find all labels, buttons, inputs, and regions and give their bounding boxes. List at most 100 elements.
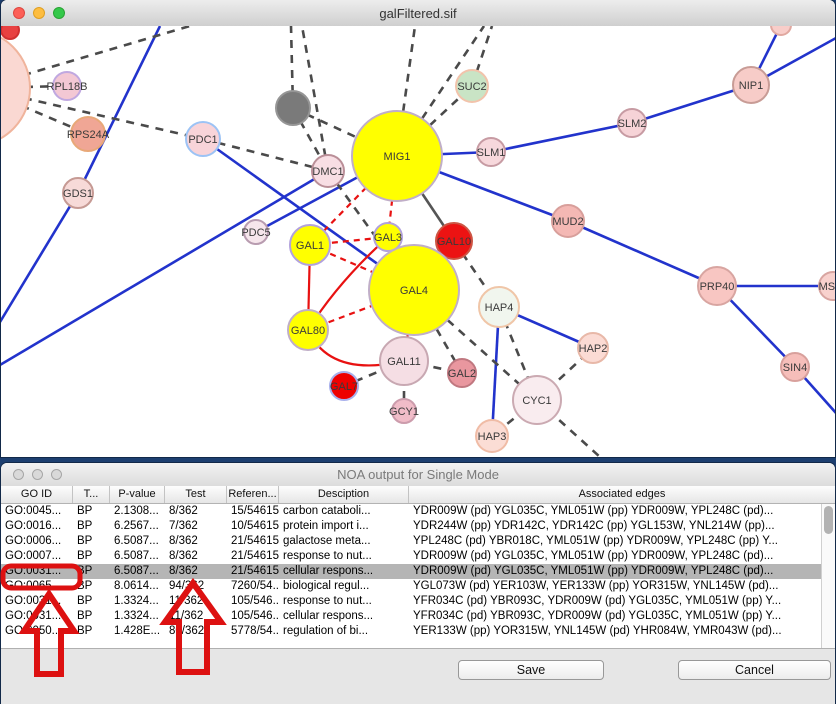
cell-test: 8/362 [165,549,227,564]
cell-reference: 5778/54... [227,624,279,639]
table-row[interactable]: GO:0031...BP6.5087...8/36221/54615cellul… [1,564,821,579]
cell-goid: GO:0007... [1,549,73,564]
cell-pvalue: 8.0614... [110,579,165,594]
cell-pvalue: 6.5087... [110,549,165,564]
cell-goid: GO:0065... [1,579,73,594]
cell-reference: 21/54615 [227,534,279,549]
cell-edges: YGL073W (pd) YER103W, YER133W (pp) YOR31… [409,579,821,594]
table-row[interactable]: GO:0007...BP6.5087...8/36221/54615respon… [1,549,821,564]
cell-reference: 21/54615 [227,564,279,579]
node-trsmall[interactable] [771,26,791,35]
cell-pvalue: 1.428E... [110,624,165,639]
titlebar-graph[interactable]: galFiltered.sif [1,0,835,27]
cell-description: response to nut... [279,594,409,609]
node-label: SIN4 [783,362,807,374]
node-label: GAL10 [437,236,471,248]
node-label: RPS24A [67,129,110,141]
cell-description: cellular respons... [279,609,409,624]
cell-test: 7/362 [165,519,227,534]
table-row[interactable]: GO:0045...BP2.1308...8/36215/54615carbon… [1,504,821,519]
window-noa: NOA output for Single Mode GO IDT...P-va… [1,463,835,704]
column-header-reference[interactable]: Referen... [227,486,279,503]
edge-blue[interactable] [1,193,78,322]
table-scrollbar[interactable] [821,504,835,648]
node-label: CYC1 [522,395,551,407]
node-label: DMC1 [312,166,343,178]
cell-edges: YFR034C (pd) YBR093C, YDR009W (pd) YGL03… [409,594,821,609]
cell-reference: 21/54615 [227,549,279,564]
cell-test: 8/362 [165,564,227,579]
cell-type: BP [73,609,110,624]
cell-description: cellular respons... [279,564,409,579]
cell-type: BP [73,534,110,549]
node-label: GDS1 [63,188,93,200]
column-header-pvalue[interactable]: P-value [110,486,165,503]
table-row[interactable]: GO:0031...BP1.3324...11/362105/546...cel… [1,609,821,624]
cell-goid: GO:0031... [1,564,73,579]
cell-test: 11/362 [165,609,227,624]
network-canvas[interactable]: RPL18BRPS24AGDS1PDC1MIG1SUC2SLM1DMC1SLM2… [1,26,835,457]
node-label: GCY1 [389,406,419,418]
cell-type: BP [73,579,110,594]
node-label: NIP1 [739,80,763,92]
edge-dash[interactable] [203,139,328,171]
node-label: GAL2 [448,368,476,380]
cell-edges: YDR009W (pd) YGL035C, YML051W (pp) YDR00… [409,504,821,519]
column-header-description[interactable]: Desciption [279,486,409,503]
cell-description: regulation of bi... [279,624,409,639]
cell-description: protein import i... [279,519,409,534]
node-label: GAL80 [291,325,325,337]
table-row[interactable]: GO:0006...BP6.5087...8/36221/54615galact… [1,534,821,549]
cell-type: BP [73,504,110,519]
cell-description: response to nut... [279,549,409,564]
cell-edges: YDR244W (pp) YDR142C, YDR142C (pp) YGL15… [409,519,821,534]
node-label: PRP40 [700,281,735,293]
cell-edges: YER133W (pp) YOR315W, YNL145W (pd) YHR08… [409,624,821,639]
window-title-graph: galFiltered.sif [1,6,835,21]
table-row[interactable]: GO:0016...BP6.2567...7/36210/54615protei… [1,519,821,534]
node-label: PDC1 [188,134,217,146]
node-bigleft[interactable] [1,30,30,146]
footer: Save Cancel [1,648,835,704]
window-title-noa: NOA output for Single Mode [1,467,835,482]
cell-test: 8/362 [165,504,227,519]
cell-test: 11/362 [165,594,227,609]
cancel-button[interactable]: Cancel [678,660,831,680]
node-label: HAP4 [485,302,514,314]
cell-goid: GO:0016... [1,519,73,534]
cell-pvalue: 6.2567... [110,519,165,534]
node-cornerred[interactable] [1,26,19,39]
cell-type: BP [73,564,110,579]
cell-edges: YFR034C (pd) YBR093C, YDR009W (pd) YGL03… [409,609,821,624]
node-label: HAP2 [579,343,608,355]
cell-description: carbon cataboli... [279,504,409,519]
table-row[interactable]: GO:0065...BP8.0614...94/3627260/54...bio… [1,579,821,594]
scrollbar-thumb[interactable] [824,506,833,534]
table-row[interactable]: GO:0031...BP1.3324...11/362105/546...res… [1,594,821,609]
column-header-test[interactable]: Test [165,486,227,503]
cell-test: 80/362 [165,624,227,639]
cell-pvalue: 6.5087... [110,534,165,549]
cell-edges: YDR009W (pd) YGL035C, YML051W (pp) YDR00… [409,549,821,564]
column-header-edges[interactable]: Associated edges [409,486,835,503]
cell-pvalue: 1.3324... [110,594,165,609]
cell-reference: 15/54615 [227,504,279,519]
table-row[interactable]: GO:0050...BP1.428E...80/3625778/54...reg… [1,624,821,639]
node-label: GAL4 [400,285,428,297]
edge-blue[interactable] [78,26,160,193]
edge-blue[interactable] [568,221,717,286]
cell-reference: 10/54615 [227,519,279,534]
save-button[interactable]: Save [458,660,604,680]
cell-type: BP [73,549,110,564]
titlebar-noa[interactable]: NOA output for Single Mode [1,463,835,487]
edge-blue[interactable] [491,123,632,152]
node-graynode[interactable] [276,91,310,125]
cell-goid: GO:0050... [1,624,73,639]
column-header-goid[interactable]: GO ID [1,486,73,503]
node-label: GAL7 [330,381,358,393]
cell-goid: GO:0006... [1,534,73,549]
node-label: SLM2 [618,118,647,130]
cell-type: BP [73,519,110,534]
column-header-type[interactable]: T... [73,486,110,503]
edge-blue[interactable] [1,171,328,365]
